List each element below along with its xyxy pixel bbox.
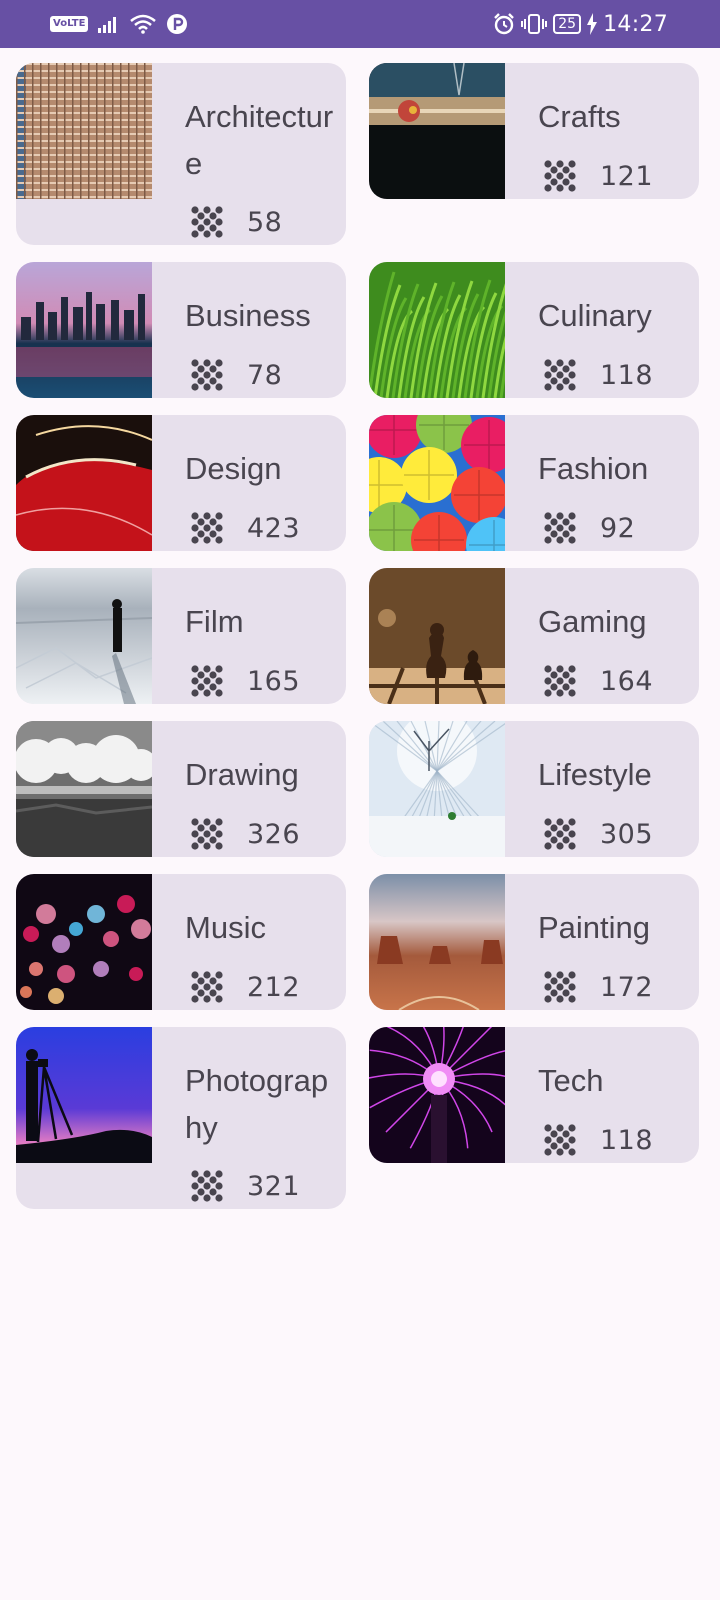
alarm-icon <box>494 13 515 35</box>
volte-badge: VoLTE <box>50 16 89 32</box>
category-count: 118 <box>600 359 654 391</box>
category-card-photography[interactable]: Photography 321 <box>16 1027 346 1209</box>
category-card-drawing[interactable]: Drawing 326 <box>16 721 346 857</box>
category-count-row: 172 <box>543 970 653 1004</box>
vibrate-icon <box>521 14 548 34</box>
category-count-row: 58 <box>190 205 282 239</box>
category-card-tech[interactable]: Tech 118 <box>369 1027 699 1163</box>
category-title: Gaming <box>538 604 647 639</box>
category-thumbnail <box>16 721 152 857</box>
category-title: Culinary <box>538 298 652 333</box>
category-card-painting[interactable]: Painting 172 <box>369 874 699 1010</box>
signal-icon <box>98 17 117 33</box>
category-thumbnail <box>16 63 152 199</box>
category-card-design[interactable]: Design 423 <box>16 415 346 551</box>
category-title: Tech <box>538 1063 604 1098</box>
category-count: 78 <box>247 359 283 391</box>
clock: 14:27 <box>603 11 668 37</box>
category-count: 121 <box>600 160 654 192</box>
category-thumbnail <box>16 262 152 398</box>
category-count: 165 <box>247 665 301 697</box>
category-thumbnail <box>16 874 152 1010</box>
dots-grid-icon <box>191 818 223 850</box>
category-thumbnail <box>369 63 505 199</box>
category-count: 212 <box>247 971 301 1003</box>
category-card-music[interactable]: Music 212 <box>16 874 346 1010</box>
category-count: 92 <box>600 512 636 544</box>
category-title: Painting <box>538 910 651 945</box>
category-title: Photography <box>185 1063 329 1145</box>
category-count: 305 <box>600 818 654 850</box>
category-thumbnail <box>369 874 505 1010</box>
status-bar: VoLTE 25 14:27 <box>0 0 720 48</box>
category-count-row: 212 <box>190 970 300 1004</box>
category-title: Business <box>185 298 311 333</box>
category-count: 58 <box>247 206 283 238</box>
category-count-row: 423 <box>190 511 300 545</box>
dots-grid-icon <box>544 665 576 697</box>
category-count-row: 118 <box>543 1123 653 1157</box>
category-title: Design <box>185 451 282 486</box>
dots-grid-icon <box>544 512 576 544</box>
category-card-film[interactable]: Film 165 <box>16 568 346 704</box>
dots-grid-icon <box>191 206 223 238</box>
dots-grid-icon <box>544 971 576 1003</box>
category-card-fashion[interactable]: Fashion 92 <box>369 415 699 551</box>
category-thumbnail <box>369 262 505 398</box>
dots-grid-icon <box>191 1170 223 1202</box>
category-count: 164 <box>600 665 654 697</box>
charging-icon <box>587 13 598 35</box>
dots-grid-icon <box>191 665 223 697</box>
dots-grid-icon <box>544 1124 576 1156</box>
category-count-row: 305 <box>543 817 653 851</box>
category-title: Fashion <box>538 451 649 486</box>
dots-grid-icon <box>544 359 576 391</box>
category-count-row: 92 <box>543 511 635 545</box>
category-count-row: 121 <box>543 159 653 193</box>
category-title: Drawing <box>185 757 299 792</box>
battery-icon: 25 <box>553 14 582 34</box>
category-thumbnail <box>16 415 152 551</box>
category-card-lifestyle[interactable]: Lifestyle 305 <box>369 721 699 857</box>
category-count-row: 165 <box>190 664 300 698</box>
category-thumbnail <box>369 1027 505 1163</box>
category-count-row: 321 <box>190 1169 300 1203</box>
category-thumbnail <box>16 568 152 704</box>
category-title: Architecture <box>185 99 334 181</box>
category-card-architecture[interactable]: Architecture 58 <box>16 63 346 245</box>
category-title: Film <box>185 604 244 639</box>
category-card-business[interactable]: Business 78 <box>16 262 346 398</box>
data-saver-icon <box>167 14 188 34</box>
category-thumbnail <box>369 721 505 857</box>
category-count-row: 118 <box>543 358 653 392</box>
category-card-crafts[interactable]: Crafts 121 <box>369 63 699 199</box>
category-count: 321 <box>247 1170 301 1202</box>
category-count-row: 164 <box>543 664 653 698</box>
category-thumbnail <box>369 415 505 551</box>
dots-grid-icon <box>544 818 576 850</box>
category-thumbnail <box>369 568 505 704</box>
wifi-icon <box>130 14 157 34</box>
category-count: 118 <box>600 1124 654 1156</box>
category-count: 172 <box>600 971 654 1003</box>
dots-grid-icon <box>544 160 576 192</box>
category-count: 423 <box>247 512 301 544</box>
category-thumbnail <box>16 1027 152 1163</box>
category-card-culinary[interactable]: Culinary 118 <box>369 262 699 398</box>
dots-grid-icon <box>191 512 223 544</box>
category-count-row: 78 <box>190 358 282 392</box>
category-count: 326 <box>247 818 301 850</box>
category-title: Lifestyle <box>538 757 652 792</box>
category-title: Crafts <box>538 99 621 134</box>
dots-grid-icon <box>191 971 223 1003</box>
category-card-gaming[interactable]: Gaming 164 <box>369 568 699 704</box>
category-count-row: 326 <box>190 817 300 851</box>
dots-grid-icon <box>191 359 223 391</box>
category-title: Music <box>185 910 266 945</box>
